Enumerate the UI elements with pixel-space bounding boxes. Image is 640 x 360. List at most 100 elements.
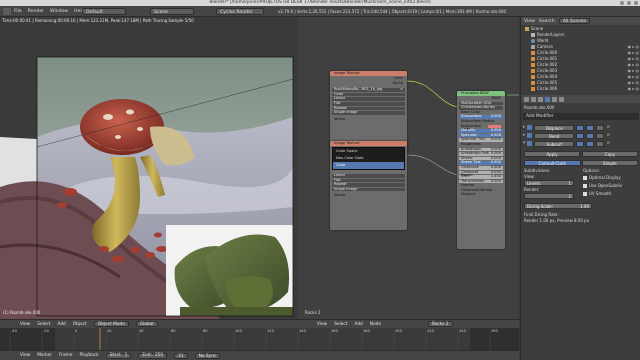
vp-menu-view[interactable]: View: [20, 322, 30, 327]
render-toggle[interactable]: [576, 132, 585, 139]
uv-smooth-checkbox[interactable]: UV Smooth: [583, 191, 611, 196]
menu-render[interactable]: Render: [28, 9, 44, 14]
ne-menu-view[interactable]: View: [317, 322, 327, 327]
modifier-name-field[interactable]: Displace: [534, 124, 575, 131]
copy-button[interactable]: Copy: [582, 151, 638, 157]
maximize-button[interactable]: [627, 1, 631, 5]
outliner-view-menu[interactable]: View: [524, 19, 535, 24]
ne-menu-node[interactable]: Node: [370, 322, 381, 327]
vp-menu-select[interactable]: Select: [37, 322, 50, 327]
tl-menu-playback[interactable]: Playback: [79, 353, 98, 358]
use-opensubdiv-checkbox[interactable]: Use OpenSubdiv: [583, 183, 622, 188]
vector-input[interactable]: Vector: [332, 194, 405, 198]
pivot-select[interactable]: Global: [135, 321, 158, 327]
render-preview: [0, 17, 296, 319]
minimize-button[interactable]: [620, 1, 624, 5]
tl-menu-view[interactable]: View: [20, 353, 30, 358]
viewport-toggle[interactable]: [586, 140, 595, 147]
remove-modifier-icon[interactable]: ×: [606, 141, 610, 146]
tl-menu-marker[interactable]: Marker: [37, 353, 52, 358]
modifier-name-field[interactable]: Bend: [534, 132, 575, 139]
start-frame-field[interactable]: Start: 1: [105, 352, 132, 359]
timeline-tick-label: 20: [107, 329, 112, 333]
menu-file[interactable]: File: [14, 9, 22, 14]
ne-menu-select[interactable]: Select: [334, 322, 347, 327]
sync-select[interactable]: No Sync: [194, 352, 221, 359]
vector-input[interactable]: Vector: [332, 117, 405, 122]
3d-viewport[interactable]: Time:00:00:41 | Remaining:00:06:16 | Mem…: [0, 17, 296, 319]
editmode-toggle[interactable]: [596, 132, 605, 139]
add-modifier-button[interactable]: Add Modifier: [523, 113, 639, 120]
close-button[interactable]: [634, 1, 638, 5]
ne-menu-add[interactable]: Add: [354, 322, 362, 327]
camera-icon: [531, 45, 535, 49]
outliner-scope-select[interactable]: All Scenes: [558, 18, 591, 24]
modifier-subsurf[interactable]: ▾ Subsurf ×: [523, 140, 639, 147]
viewport-toggle[interactable]: [586, 124, 595, 131]
bsdf-roughness[interactable]: Roughness: [459, 142, 503, 147]
menu-item-color[interactable]: Color: [333, 162, 404, 169]
timeline-tick-label: -40: [11, 329, 18, 333]
color-swatch[interactable]: [488, 124, 501, 128]
render-tab-icon[interactable]: [524, 96, 529, 102]
levels-field[interactable]: Levels: 1: [524, 180, 574, 186]
apply-button[interactable]: Apply: [524, 151, 580, 157]
editor-type-icon[interactable]: [3, 8, 11, 15]
source-select[interactable]: Single Image: [332, 187, 405, 192]
scene-tab-icon[interactable]: [531, 96, 536, 102]
collapse-icon[interactable]: ▸: [523, 125, 525, 130]
dicing-scale-field[interactable]: Dicing Scale: 1.00: [524, 203, 592, 209]
timeline-area[interactable]: -40 -20 0 20 40 60 80 100 120 140 160 180 200 220 240 2…: [0, 328, 519, 350]
timeline-tick-label: 140: [299, 329, 307, 333]
modifier-name-field[interactable]: Subsurf: [534, 140, 575, 147]
output-alpha[interactable]: Alpha: [332, 81, 405, 86]
screen-layout-select[interactable]: Default: [82, 8, 126, 15]
viewport-toggle[interactable]: [586, 132, 595, 139]
collapse-icon[interactable]: ▾: [523, 141, 525, 146]
end-frame-field[interactable]: End: 250: [138, 352, 168, 359]
bsdf-clearcoat[interactable]: Clearcoat: 0.000: [459, 165, 503, 170]
modifier-bend[interactable]: ▸ Bend ×: [523, 132, 639, 139]
mesh-icon: [531, 63, 535, 67]
material-select[interactable]: Rocks 2: [428, 321, 453, 327]
current-frame-field[interactable]: 31: [174, 352, 188, 359]
vp-menu-add[interactable]: Add: [57, 322, 65, 327]
modifier-displace[interactable]: ▸ Displace ×: [523, 124, 639, 131]
optimal-display-checkbox[interactable]: Optimal Display: [583, 175, 621, 180]
interpolation-select[interactable]: Linear: [332, 97, 405, 101]
bsdf-tangent[interactable]: Tangent: [459, 193, 503, 197]
image-texture-node-2[interactable]: Image Texture Color Space Non-Color Data…: [330, 141, 407, 230]
scene-icon: [525, 27, 529, 31]
node-editor[interactable]: Image Texture Color Alpha RockMossyRo...…: [297, 17, 519, 319]
catmull-clark-tab[interactable]: Catmull-Clark: [524, 160, 581, 166]
vp-menu-object[interactable]: Object: [73, 322, 87, 327]
material-tab-icon[interactable]: [559, 96, 564, 102]
source-select[interactable]: Single Image: [332, 111, 405, 115]
tl-menu-frame[interactable]: Frame: [59, 353, 72, 358]
color-space-menu[interactable]: Color Space Non-Color Data Color: [332, 147, 405, 170]
remove-modifier-icon[interactable]: ×: [606, 133, 610, 138]
remove-modifier-icon[interactable]: ×: [606, 125, 610, 130]
render-levels-field[interactable]: 2: [524, 193, 574, 199]
outliner-search-menu[interactable]: Search: [539, 19, 555, 24]
mode-select[interactable]: Object Mode: [93, 321, 129, 327]
render-engine-select[interactable]: Cycles Render: [216, 8, 264, 15]
render-toggle[interactable]: [576, 140, 585, 147]
data-tab-icon[interactable]: [552, 96, 557, 102]
render-toggle[interactable]: [576, 124, 585, 131]
simple-tab[interactable]: Simple: [581, 160, 638, 166]
principled-bsdf-node[interactable]: Principled BSDF BSDF Multiscatter GGX Ch…: [457, 91, 505, 249]
menu-item-non-color[interactable]: Non-Color Data: [333, 155, 404, 162]
bend-icon: [527, 133, 533, 138]
editmode-toggle[interactable]: [596, 140, 605, 147]
modifier-tab-icon[interactable]: [545, 96, 550, 102]
scene-select[interactable]: Scene: [150, 8, 194, 15]
tree-item-circle-006[interactable]: Circle.006 ◉ ▸ ◍: [521, 86, 640, 92]
menu-window[interactable]: Window: [50, 9, 68, 14]
editmode-toggle[interactable]: [596, 124, 605, 131]
visibility-icons[interactable]: ◉ ▸ ◍: [627, 86, 639, 92]
window-title: Blender* [/home/joner/PROJETOS U8 DESK 1…: [209, 0, 431, 5]
collapse-icon[interactable]: ▸: [523, 133, 525, 138]
object-tab-icon[interactable]: [538, 96, 543, 102]
interpolation-select[interactable]: Linear: [332, 173, 405, 178]
